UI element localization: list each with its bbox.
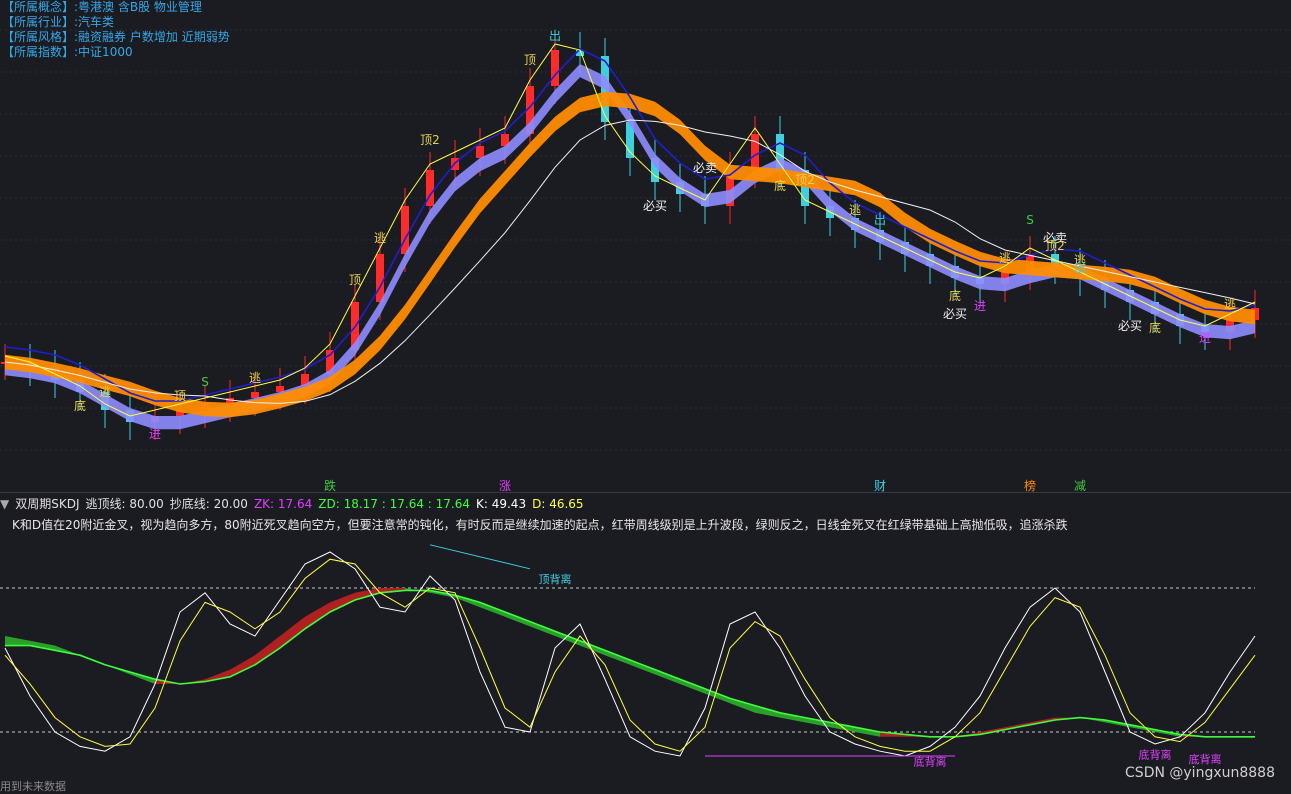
- price-signal-label: 进: [149, 427, 161, 441]
- price-signal-label: 顶2: [795, 173, 815, 187]
- price-signal-label: 逃: [249, 371, 261, 385]
- price-signal-label: 底: [774, 178, 786, 193]
- zd-value: ZD: 18.17 : 17.64 : 17.64: [318, 497, 470, 511]
- price-signal-label: 逃: [999, 251, 1011, 265]
- price-signal-label: 顶: [524, 53, 536, 67]
- price-signal-label: 减: [1074, 479, 1086, 493]
- top-divergence-line: [429, 544, 531, 570]
- price-signal-label: 顶2: [1045, 239, 1065, 253]
- price-signal-label: 进: [1199, 331, 1211, 345]
- watermark: CSDN @yingxun8888: [1125, 765, 1275, 781]
- price-signal-label: 底: [74, 398, 86, 413]
- trend-band-segment: [730, 698, 755, 713]
- price-signal-label: 逃: [849, 203, 861, 217]
- purple-trend-band: [5, 64, 1255, 430]
- indicator-description: K和D值在20附近金叉，视为趋向多方，80附近死叉趋向空方，但要注意常的钝化，有…: [12, 518, 1068, 532]
- price-signal-label: 出: [1074, 261, 1086, 275]
- price-signal-label: 顶: [174, 389, 186, 403]
- price-signal-label: 跌: [324, 478, 336, 493]
- escape-line-label: 逃顶线: 80.00: [85, 497, 164, 511]
- divergence-label: 顶背离: [539, 572, 572, 586]
- price-signal-label: 财: [874, 479, 886, 493]
- price-signal-label: 逃: [374, 231, 386, 245]
- candle-body: [476, 146, 484, 158]
- bottom-line-label: 抄底线: 20.00: [169, 497, 248, 511]
- indicator-name: 双周期SKDJ: [15, 497, 80, 511]
- price-signal-label: S: [1026, 213, 1034, 227]
- price-signal-label: 涨: [499, 478, 511, 493]
- chart-canvas[interactable]: 顶顶顶2必卖逃逃出必买底进顶2逃出 S必卖底逃必买底进逃S顶顶2逃出必买 底进逃跌涨…: [0, 0, 1291, 793]
- zk-value: ZK: 17.64: [253, 497, 313, 511]
- price-signal-label: 顶2: [420, 133, 440, 147]
- k-value: K: 49.43: [476, 497, 527, 511]
- price-signal-label: S: [201, 375, 209, 389]
- price-signal-label: 必卖: [693, 161, 717, 175]
- trend-band-segment: [5, 636, 30, 646]
- price-signal-label: 出: [549, 29, 561, 43]
- price-signal-label: 必买: [643, 199, 667, 213]
- price-signal-label: 逃: [99, 385, 111, 399]
- panel-separator: [0, 492, 1291, 493]
- future-data-note: 用到未来数据: [0, 780, 66, 793]
- trend-band-segment: [305, 602, 330, 629]
- divergence-label: 底背离: [1139, 747, 1172, 761]
- price-signal-label: 逃: [1224, 297, 1236, 311]
- price-signal-label: 底: [1149, 320, 1161, 335]
- price-signal-label: 必买: [943, 307, 967, 321]
- candle-body: [751, 134, 759, 170]
- collapse-icon[interactable]: ▼: [0, 497, 9, 511]
- candle-body: [551, 50, 559, 86]
- candle-body: [401, 206, 409, 254]
- price-signal-label: 必买: [1118, 319, 1142, 333]
- price-signal-label: 榜: [1024, 478, 1036, 493]
- d-value: D: 46.65: [532, 497, 584, 511]
- divergence-label: 底背离: [914, 755, 947, 769]
- candle-body: [376, 254, 384, 302]
- indicator-header: ▼ 双周期SKDJ 逃顶线: 80.00 抄底线: 20.00 ZK: 17.64 ZD:…: [0, 495, 590, 512]
- price-signal-label: 底: [949, 288, 961, 303]
- price-signal-label: 出: [874, 213, 886, 227]
- k-line: [4, 551, 1256, 757]
- price-signal-label: 进: [974, 299, 986, 313]
- candle-body: [276, 386, 284, 392]
- price-signal-label: 顶: [349, 273, 361, 287]
- candle-body: [251, 392, 259, 398]
